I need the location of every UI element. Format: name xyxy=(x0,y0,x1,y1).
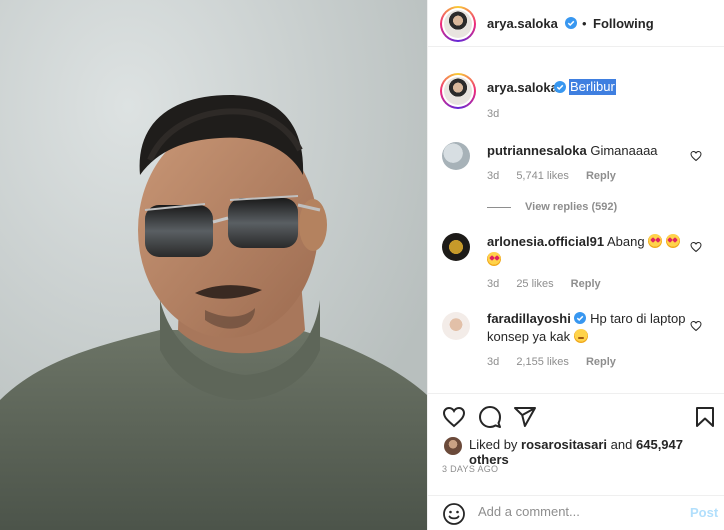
author-avatar[interactable] xyxy=(440,6,476,42)
reply-button[interactable]: Reply xyxy=(586,170,616,182)
post-comment-button[interactable]: Post xyxy=(690,505,718,520)
comment-text: Gimanaaaa xyxy=(590,143,658,158)
liked-by-and: and xyxy=(610,437,633,452)
add-comment-row: Post xyxy=(428,495,724,530)
separator-dot: • xyxy=(582,16,587,31)
comments-scroll-fade xyxy=(428,375,724,395)
post-photo[interactable] xyxy=(0,0,427,530)
comment-likes[interactable]: 5,741 likes xyxy=(516,170,569,182)
following-button[interactable]: Following xyxy=(593,16,654,31)
reply-button[interactable]: Reply xyxy=(586,356,616,368)
caption-username[interactable]: arya.saloka xyxy=(487,80,558,95)
reply-button[interactable]: Reply xyxy=(571,278,601,290)
comment-text: Abang xyxy=(606,234,645,249)
thinking-emoji xyxy=(573,329,588,343)
comment-username[interactable]: arlonesia.official91 xyxy=(487,234,604,249)
like-comment-heart-icon[interactable] xyxy=(690,150,702,162)
post-header: arya.saloka • Following xyxy=(428,0,724,47)
verified-badge-icon xyxy=(574,312,587,324)
comment-meta: 3d 2,155 likes Reply xyxy=(487,356,630,368)
heart-eyes-emoji xyxy=(487,252,501,266)
share-icon[interactable] xyxy=(513,405,537,429)
post-side-panel: arya.saloka • Following arya.saloka Berl… xyxy=(427,0,724,530)
liked-by-username[interactable]: rosarositasari xyxy=(521,437,607,452)
verified-badge-icon xyxy=(565,17,577,29)
comment-meta: 3d 25 likes Reply xyxy=(487,278,615,290)
comment-body: putriannesaloka Gimanaaaa xyxy=(487,142,687,160)
author-username[interactable]: arya.saloka xyxy=(487,16,558,31)
caption-avatar[interactable] xyxy=(440,73,476,109)
comment-avatar[interactable] xyxy=(442,312,470,340)
post-time-ago[interactable]: 3 DAYS AGO xyxy=(442,464,498,474)
comment-time[interactable]: 3d xyxy=(487,278,499,290)
comment-body: faradillayoshi Hp taro di laptop konsep … xyxy=(487,310,687,346)
caption-time[interactable]: 3d xyxy=(487,108,499,120)
verified-badge-icon xyxy=(554,81,566,93)
replies-divider xyxy=(487,206,511,208)
heart-eyes-emoji xyxy=(648,234,663,248)
comment-likes[interactable]: 2,155 likes xyxy=(516,356,569,368)
comment-username[interactable]: putriannesaloka xyxy=(487,143,587,158)
liked-by-avatar[interactable] xyxy=(443,436,463,456)
bookmark-icon[interactable] xyxy=(693,405,717,429)
comment-meta: 3d 5,741 likes Reply xyxy=(487,170,630,182)
view-replies-label[interactable]: View replies (592) xyxy=(525,201,617,213)
heart-eyes-emoji xyxy=(665,234,680,248)
view-replies-button[interactable]: View replies (592) xyxy=(487,201,617,213)
liked-by-prefix: Liked by xyxy=(469,437,518,452)
liked-by-text: Liked by rosarositasari and 645,947 othe… xyxy=(469,437,724,467)
heart-icon[interactable] xyxy=(442,405,466,429)
comment-username[interactable]: faradillayoshi xyxy=(487,311,571,326)
photo-illustration xyxy=(0,0,427,530)
caption: arya.saloka Berlibur 3d xyxy=(428,60,724,120)
emoji-smiley-icon[interactable] xyxy=(442,502,466,526)
comment-time[interactable]: 3d xyxy=(487,356,499,368)
comment-body: arlonesia.official91 Abang xyxy=(487,233,687,269)
comment-avatar[interactable] xyxy=(442,233,470,261)
caption-text: Berlibur xyxy=(569,79,616,95)
comment-avatar[interactable] xyxy=(442,142,470,170)
like-comment-heart-icon[interactable] xyxy=(690,241,702,253)
comment-icon[interactable] xyxy=(478,405,502,429)
like-comment-heart-icon[interactable] xyxy=(690,320,702,332)
comment-time[interactable]: 3d xyxy=(487,170,499,182)
post-actions: Liked by rosarositasari and 645,947 othe… xyxy=(428,393,724,525)
comment-likes[interactable]: 25 likes xyxy=(516,278,553,290)
add-comment-input[interactable] xyxy=(478,504,678,519)
